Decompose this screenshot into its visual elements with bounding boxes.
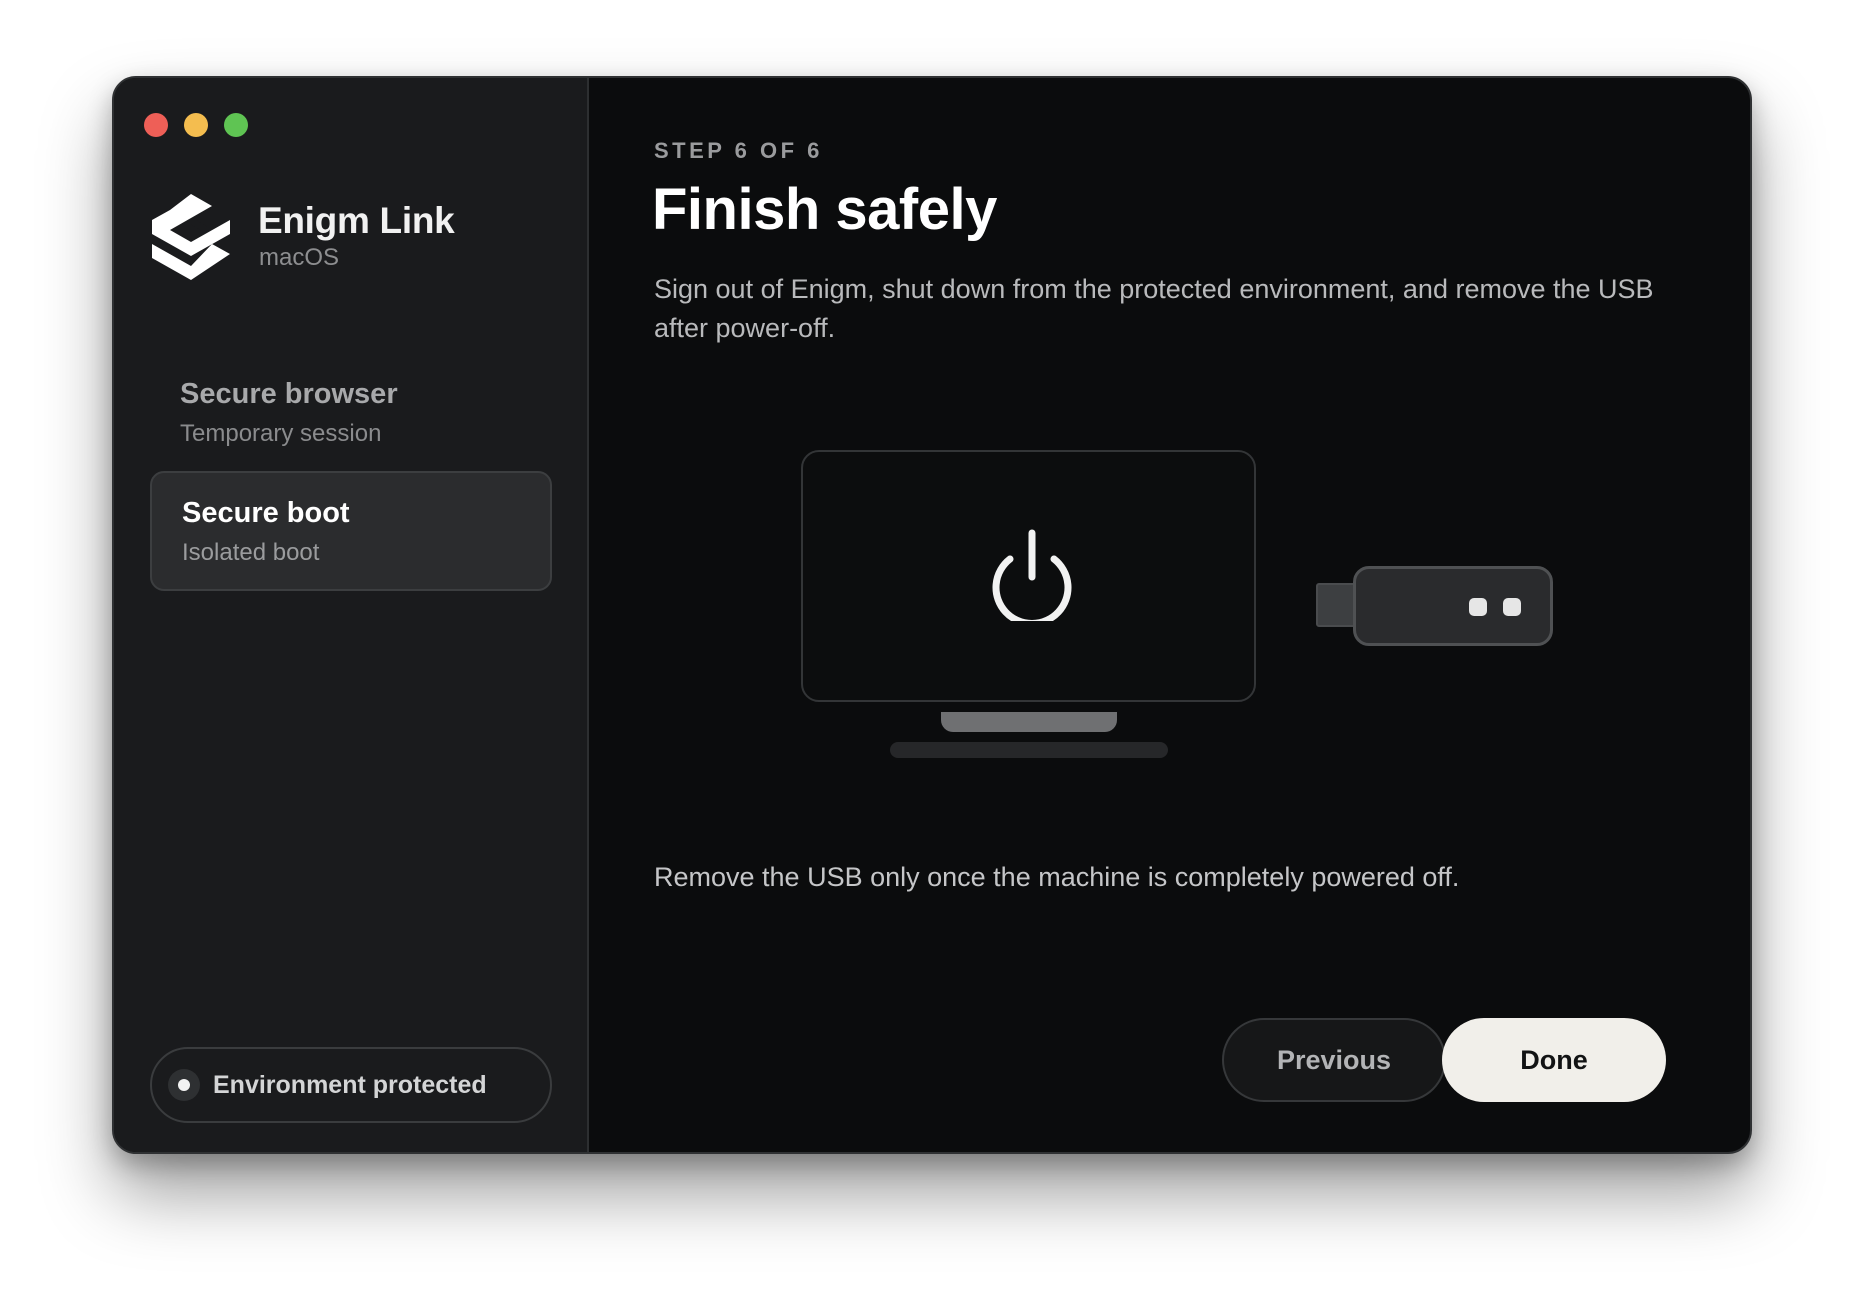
enigm-logo-icon: [152, 194, 230, 280]
close-window-button[interactable]: [144, 113, 168, 137]
usb-indicator: [1469, 598, 1487, 616]
monitor-stand: [941, 712, 1117, 732]
usb-body: [1353, 566, 1553, 646]
previous-button[interactable]: Previous: [1222, 1018, 1446, 1102]
status-dot-icon: [168, 1069, 200, 1101]
sidebar: Enigm Link macOS Secure browser Temporar…: [114, 78, 589, 1152]
usb-removal-note: Remove the USB only once the machine is …: [654, 862, 1460, 892]
usb-indicator: [1503, 598, 1521, 616]
usb-connector: [1316, 583, 1356, 627]
app-window: Enigm Link macOS Secure browser Temporar…: [112, 76, 1752, 1154]
done-button[interactable]: Done: [1442, 1018, 1666, 1102]
sidebar-item-subtitle: Isolated boot: [182, 539, 320, 566]
main-content: STEP 6 OF 6 Finish safely Sign out of En…: [589, 78, 1750, 1152]
minimize-window-button[interactable]: [184, 113, 208, 137]
app-platform: macOS: [259, 244, 340, 271]
status-label: Environment protected: [213, 1071, 487, 1099]
sidebar-item-title: Secure browser: [180, 378, 398, 410]
monitor-icon: [801, 450, 1256, 702]
sidebar-item-subtitle: Temporary session: [180, 420, 382, 447]
sidebar-item-title: Secure boot: [182, 497, 350, 529]
monitor-base: [890, 742, 1168, 758]
power-icon: [992, 529, 1072, 621]
app-name: Enigm Link: [258, 200, 455, 241]
shutdown-illustration: [589, 78, 1750, 1152]
status-badge: Environment protected: [150, 1047, 552, 1123]
sidebar-item-secure-boot[interactable]: Secure boot Isolated boot: [150, 471, 552, 591]
zoom-window-button[interactable]: [224, 113, 248, 137]
